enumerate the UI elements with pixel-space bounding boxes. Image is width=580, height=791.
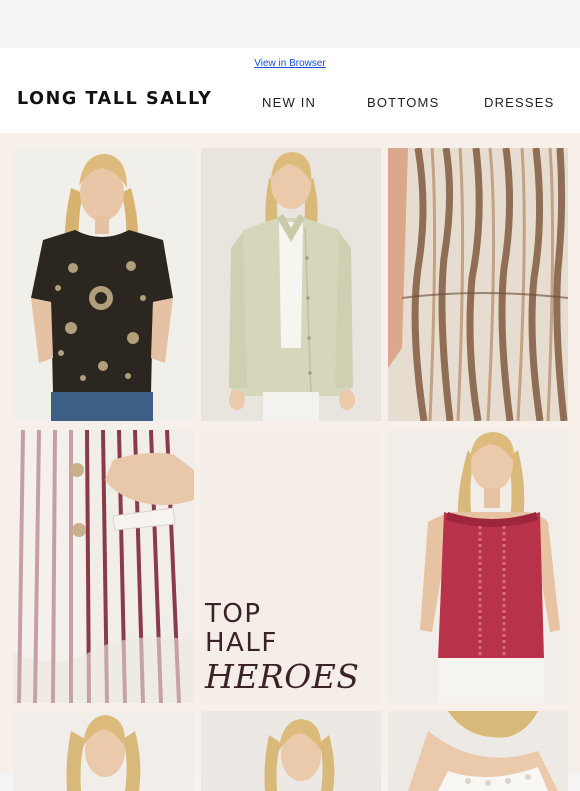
- product-image-striped-blazer-detail[interactable]: [13, 430, 194, 703]
- email-header: View in Browser LONG TALL SALLY NEW IN B…: [0, 48, 580, 133]
- product-image-bottom-left[interactable]: [13, 711, 194, 791]
- promo-line-half: HALF: [205, 628, 278, 658]
- nav-dresses[interactable]: DRESSES: [484, 95, 555, 110]
- brand-logo[interactable]: LONG TALL SALLY: [17, 89, 212, 109]
- promo-headline: TOP HALF HEROES: [205, 600, 359, 696]
- product-image-sage-shirt[interactable]: [201, 148, 381, 421]
- top-spacer: [0, 0, 580, 48]
- promo-line-top: TOP: [205, 599, 262, 629]
- view-in-browser-link[interactable]: View in Browser: [0, 58, 580, 69]
- promo-top-half-heroes[interactable]: TOP HALF HEROES: [201, 430, 381, 703]
- nav-bottoms[interactable]: BOTTOMS: [367, 95, 439, 110]
- product-image-bottom-center[interactable]: [201, 711, 381, 791]
- product-image-printed-tee[interactable]: [13, 148, 194, 421]
- nav-new-in[interactable]: NEW IN: [262, 95, 316, 110]
- product-grid: TOP HALF HEROES: [0, 133, 580, 791]
- promo-line-heroes: HEROES: [205, 657, 360, 696]
- product-image-red-sleeveless-top[interactable]: [388, 430, 568, 703]
- product-image-print-dress-detail[interactable]: [388, 148, 568, 421]
- product-image-bottom-right[interactable]: [388, 711, 568, 791]
